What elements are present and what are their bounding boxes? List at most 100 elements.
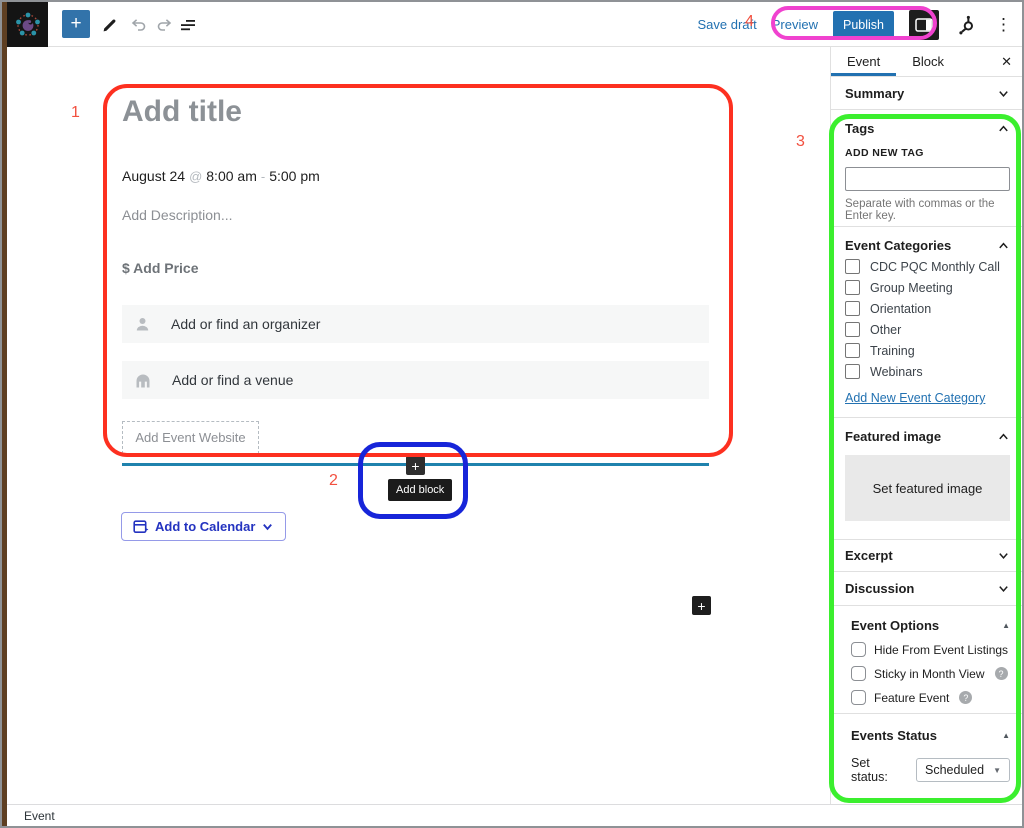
edit-tool-button[interactable] xyxy=(97,12,123,38)
checkbox[interactable] xyxy=(845,322,860,337)
add-to-calendar-button[interactable]: Add to Calendar xyxy=(121,512,286,541)
checkbox[interactable] xyxy=(845,280,860,295)
excerpt-panel-toggle[interactable]: Excerpt xyxy=(831,540,1024,572)
checkbox[interactable] xyxy=(845,364,860,379)
event-categories-title: Event Categories xyxy=(845,238,951,253)
undo-icon xyxy=(128,15,148,35)
category-label: Group Meeting xyxy=(870,281,953,295)
venue-block[interactable]: Add or find a venue xyxy=(122,361,709,399)
tags-panel: Tags ADD NEW TAG Separate with commas or… xyxy=(831,110,1024,227)
toolbar-right-group: Save draft Preview Publish ⋮ xyxy=(697,2,1012,47)
tags-panel-toggle[interactable]: Tags xyxy=(845,121,1010,136)
category-row[interactable]: Other xyxy=(845,322,1010,337)
featured-image-toggle[interactable]: Featured image xyxy=(845,429,1010,444)
publish-button[interactable]: Publish xyxy=(833,11,894,39)
save-draft-button[interactable]: Save draft xyxy=(697,17,756,32)
event-description-field[interactable]: Add Description... xyxy=(122,207,233,223)
add-block-button[interactable]: + xyxy=(406,456,425,475)
category-label: Orientation xyxy=(870,302,931,316)
event-options-title: Event Options xyxy=(851,618,939,633)
set-featured-image-button[interactable]: Set featured image xyxy=(845,455,1010,521)
hubspot-plugin-button[interactable] xyxy=(954,12,980,38)
events-status-toggle[interactable]: Events Status ▲ xyxy=(851,728,1010,743)
excerpt-panel-title: Excerpt xyxy=(845,548,893,563)
list-view-icon xyxy=(178,15,198,35)
checkbox[interactable] xyxy=(845,259,860,274)
chevron-down-icon xyxy=(997,87,1010,100)
help-icon[interactable]: ? xyxy=(995,667,1008,680)
collapse-triangle-icon: ▲ xyxy=(1002,731,1010,740)
chevron-up-icon xyxy=(997,122,1010,135)
hubspot-sprocket-icon xyxy=(957,15,977,35)
feature-event-row[interactable]: Feature Event ? xyxy=(851,690,1010,705)
add-block-tooltip: Add block xyxy=(388,479,452,501)
desktop-edge-strip xyxy=(2,2,7,826)
hide-from-listings-row[interactable]: Hide From Event Listings xyxy=(851,642,1010,657)
organizer-placeholder-text: Add or find an organizer xyxy=(171,316,320,332)
summary-panel-toggle[interactable]: Summary xyxy=(831,77,1024,110)
category-row[interactable]: Group Meeting xyxy=(845,280,1010,295)
discussion-panel-title: Discussion xyxy=(845,581,914,596)
annotation-label-2: 2 xyxy=(329,472,338,490)
editor-toolbar: + Save draft P xyxy=(7,2,1022,47)
checkbox[interactable] xyxy=(851,690,866,705)
options-menu-button[interactable]: ⋮ xyxy=(995,15,1012,35)
status-select-value: Scheduled xyxy=(925,763,984,777)
add-new-event-category-link[interactable]: Add New Event Category xyxy=(845,391,985,405)
checkbox[interactable] xyxy=(851,642,866,657)
category-label: Webinars xyxy=(870,365,923,379)
checkbox[interactable] xyxy=(845,343,860,358)
block-inserter-button[interactable]: + xyxy=(62,10,90,38)
event-price-field[interactable]: $ Add Price xyxy=(122,260,199,276)
editor-footer-breadcrumb: Event xyxy=(7,804,1022,826)
date-at-separator: @ xyxy=(185,169,206,184)
sidebar-panel-icon xyxy=(915,18,933,32)
block-appender-button[interactable]: + xyxy=(692,596,711,615)
tags-panel-title: Tags xyxy=(845,121,874,136)
status-select[interactable]: Scheduled ▼ xyxy=(916,758,1010,782)
option-label: Hide From Event Listings xyxy=(874,643,1008,657)
event-start-date[interactable]: August 24 xyxy=(122,168,185,184)
site-logo-icon xyxy=(14,11,42,39)
discussion-panel-toggle[interactable]: Discussion xyxy=(831,572,1024,606)
preview-button[interactable]: Preview xyxy=(772,17,818,32)
pencil-icon xyxy=(100,15,120,35)
add-new-tag-label: ADD NEW TAG xyxy=(845,147,1010,159)
tab-block[interactable]: Block xyxy=(896,47,960,76)
redo-icon xyxy=(155,15,175,35)
add-new-tag-input[interactable] xyxy=(845,167,1010,191)
event-options-toggle[interactable]: Event Options ▲ xyxy=(851,618,1010,633)
featured-image-panel: Featured image Set featured image xyxy=(831,418,1024,540)
undo-button[interactable] xyxy=(125,12,151,38)
category-row[interactable]: CDC PQC Monthly Call xyxy=(845,259,1010,274)
breadcrumb[interactable]: Event xyxy=(24,809,55,823)
event-start-time[interactable]: 8:00 am xyxy=(206,168,257,184)
checkbox[interactable] xyxy=(851,666,866,681)
events-status-panel: Events Status ▲ Set status: Scheduled ▼ xyxy=(831,714,1024,808)
collapse-triangle-icon: ▲ xyxy=(1002,621,1010,630)
sticky-month-view-row[interactable]: Sticky in Month View ? xyxy=(851,666,1010,681)
help-icon[interactable]: ? xyxy=(959,691,972,704)
event-categories-toggle[interactable]: Event Categories xyxy=(845,238,1010,253)
featured-image-title: Featured image xyxy=(845,429,941,444)
chevron-up-icon xyxy=(997,430,1010,443)
event-end-time[interactable]: 5:00 pm xyxy=(269,168,320,184)
settings-sidebar: Event Block ✕ Summary Tags ADD NEW TAG S… xyxy=(830,47,1024,804)
event-title-field[interactable]: Add title xyxy=(122,95,242,129)
category-row[interactable]: Orientation xyxy=(845,301,1010,316)
category-row[interactable]: Training xyxy=(845,343,1010,358)
add-event-website-button[interactable]: Add Event Website xyxy=(122,421,259,454)
option-label: Sticky in Month View xyxy=(874,667,985,681)
organizer-block[interactable]: Add or find an organizer xyxy=(122,305,709,343)
close-sidebar-button[interactable]: ✕ xyxy=(1001,54,1012,70)
annotation-label-3: 3 xyxy=(796,133,805,151)
category-label: CDC PQC Monthly Call xyxy=(870,260,1000,274)
category-row[interactable]: Webinars xyxy=(845,364,1010,379)
tab-event[interactable]: Event xyxy=(831,47,896,76)
settings-sidebar-toggle[interactable] xyxy=(909,10,939,40)
list-view-button[interactable] xyxy=(175,12,201,38)
chevron-down-icon xyxy=(997,582,1010,595)
checkbox[interactable] xyxy=(845,301,860,316)
site-logo-button[interactable] xyxy=(7,2,48,47)
event-datetime-field[interactable]: August 24@8:00 am-5:00 pm xyxy=(122,168,320,184)
